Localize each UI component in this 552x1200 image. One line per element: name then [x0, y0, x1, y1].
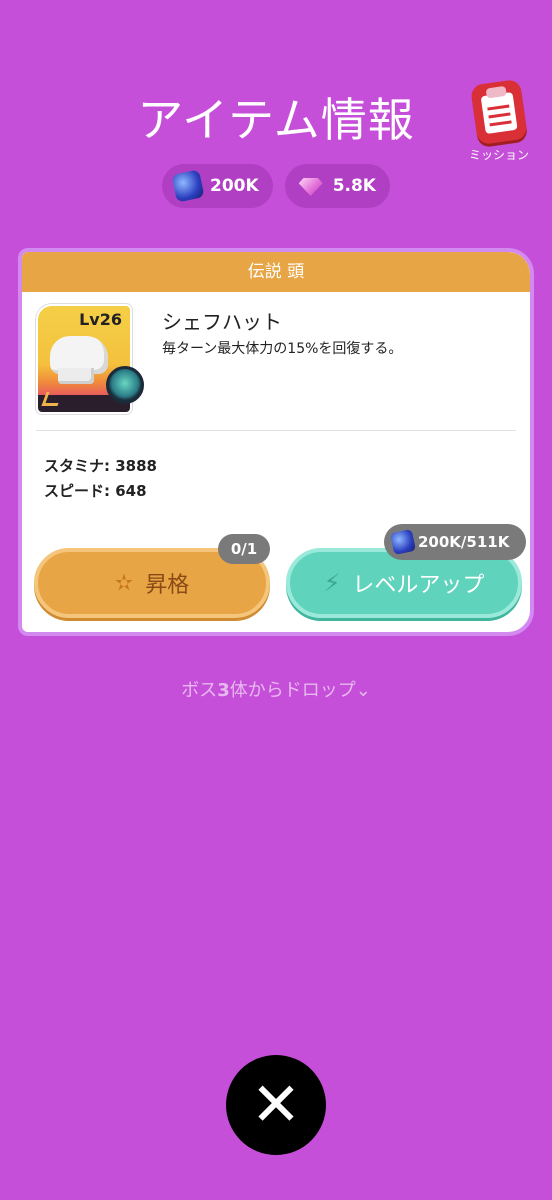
checklist-icon — [470, 78, 528, 146]
pet-badge-icon — [106, 366, 144, 404]
promote-count-badge: 0/1 — [218, 534, 270, 564]
drop-source-toggle[interactable]: ボス3体からドロップ⌄ — [0, 676, 552, 702]
chevron-down-icon: ⌄ — [355, 680, 371, 701]
class-icon — [41, 392, 63, 406]
item-description: 毎ターン最大体力の15%を回復する。 — [162, 341, 403, 357]
item-name: シェフハット — [162, 310, 282, 334]
cube-currency: 200K — [162, 164, 273, 208]
item-stats: スタミナ: 3888 スピード: 648 — [44, 454, 157, 504]
stars-icon: ✫ — [114, 570, 134, 596]
drop-suffix: 体からドロップ — [229, 680, 356, 701]
item-card: 伝説 頭 Lv26 シェフハット 毎ターン最大体力の15%を回復する。 スタミナ… — [18, 248, 534, 636]
item-category: 伝説 頭 — [22, 252, 530, 292]
mission-label: ミッション — [468, 148, 529, 162]
bolt-icon: ⚡ — [323, 569, 341, 597]
close-icon: ✕ — [250, 1070, 302, 1140]
cube-icon — [389, 528, 417, 556]
stat-speed: スピード: 648 — [44, 482, 147, 500]
gem-amount: 5.8K — [332, 176, 376, 196]
drop-prefix: ボス — [181, 680, 218, 701]
level-up-label: レベルアップ — [352, 573, 485, 598]
gem-icon — [297, 174, 325, 198]
stat-stamina: スタミナ: 3888 — [44, 457, 157, 475]
chef-hat-icon — [50, 336, 108, 384]
close-button[interactable]: ✕ — [226, 1055, 326, 1155]
divider — [36, 430, 516, 431]
drop-count: 3 — [217, 680, 230, 701]
currency-bar: 200K 5.8K — [0, 164, 552, 208]
gem-currency: 5.8K — [284, 164, 390, 208]
cube-amount: 200K — [210, 176, 259, 196]
mission-button[interactable]: ミッション — [468, 78, 530, 163]
cube-icon — [171, 169, 205, 203]
promote-label: 昇格 — [145, 573, 190, 598]
item-level: Lv26 — [79, 310, 122, 329]
level-up-cost: 200K/511K — [418, 533, 510, 551]
level-up-cost-badge: 200K/511K — [384, 524, 526, 560]
